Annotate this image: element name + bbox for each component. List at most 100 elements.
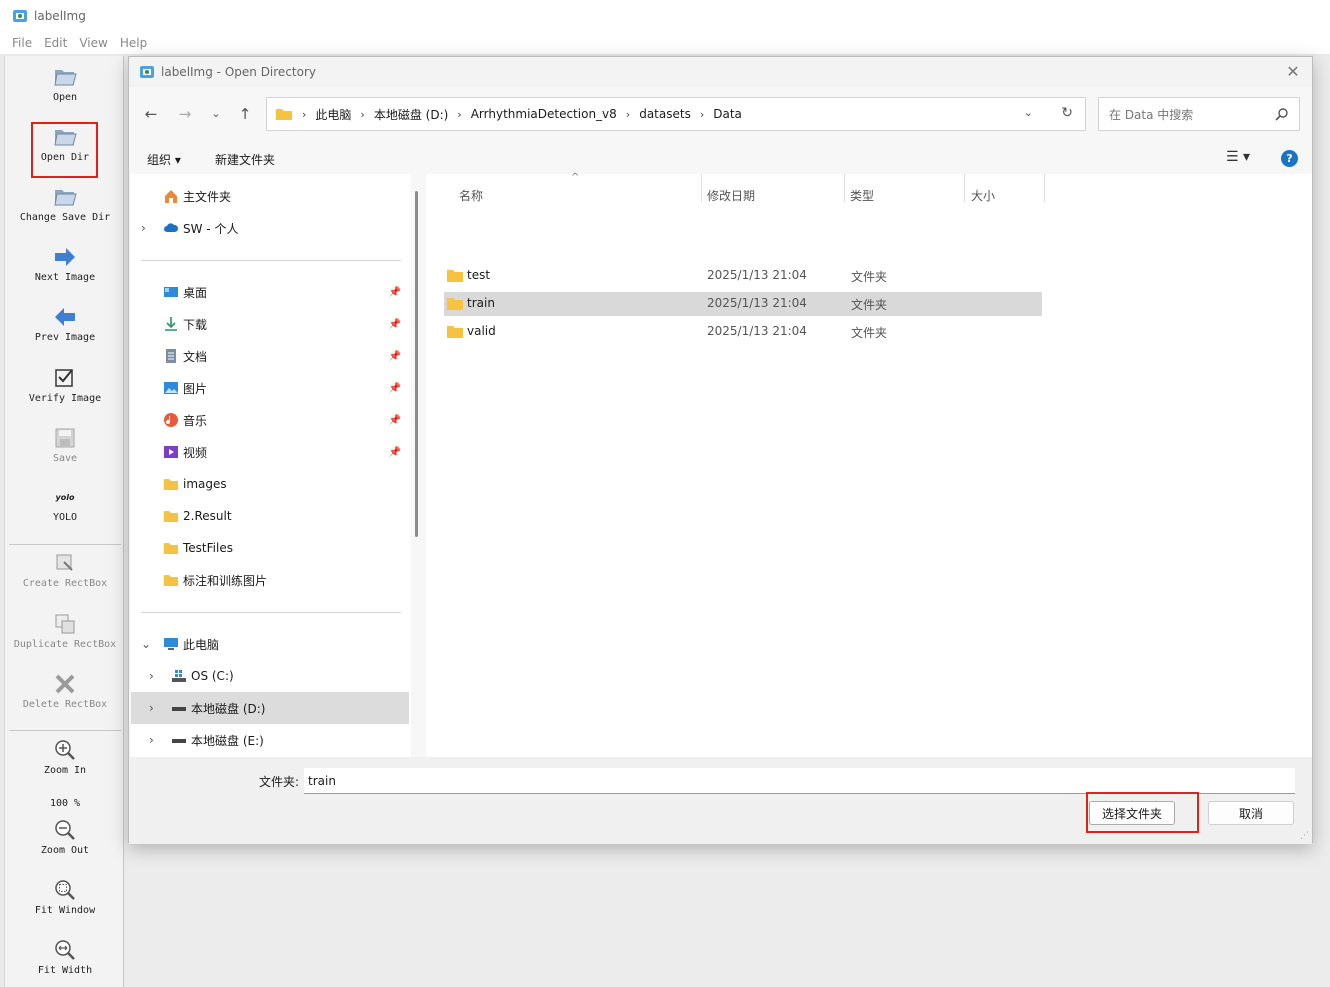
yolo-icon: yolo: [55, 492, 75, 502]
zoom-out-icon: [52, 817, 78, 843]
nav-item-this-pc[interactable]: ⌄ 此电脑: [131, 628, 409, 660]
nav-item-drive-d[interactable]: › 本地磁盘 (D:): [131, 692, 409, 724]
menubar: File Edit View Help: [0, 32, 1330, 54]
address-bar[interactable]: › 此电脑 › 本地磁盘 (D:) › ArrhythmiaDetection_…: [266, 97, 1086, 131]
help-icon[interactable]: ?: [1281, 150, 1298, 167]
navigation-pane: 主文件夹 › SW - 个人 桌面 📌 下载 📌 文档 📌 图片 📌 音乐 📌 …: [131, 174, 411, 757]
breadcrumb-datasets[interactable]: datasets: [639, 107, 691, 121]
column-type[interactable]: 类型: [850, 187, 874, 204]
save-button[interactable]: Save: [5, 425, 125, 464]
file-row-test[interactable]: test 2025/1/13 21:04 文件夹: [444, 264, 1042, 288]
format-yolo-button[interactable]: yolo YOLO: [5, 488, 125, 524]
duplicate-rectbox-button[interactable]: Duplicate RectBox: [5, 611, 125, 650]
open-directory-dialog: labelImg - Open Directory ✕ ← → ⌄ ↑ › 此电…: [128, 56, 1313, 844]
breadcrumb-separator: ›: [302, 107, 307, 121]
nav-item-pictures[interactable]: 图片 📌: [131, 372, 409, 404]
breadcrumb-this-pc[interactable]: 此电脑: [315, 106, 351, 123]
folder-icon: [447, 326, 463, 338]
cancel-button[interactable]: 取消: [1208, 801, 1294, 825]
breadcrumb-data[interactable]: Data: [713, 107, 742, 121]
pin-icon[interactable]: 📌: [389, 287, 401, 298]
nav-item-documents[interactable]: 文档 📌: [131, 340, 409, 372]
nav-item-drive-c[interactable]: › OS (C:): [131, 660, 409, 692]
column-size[interactable]: 大小: [971, 187, 995, 204]
folder-open-icon: [52, 184, 78, 210]
file-row-train[interactable]: train 2025/1/13 21:04 文件夹: [444, 292, 1042, 316]
verify-image-button[interactable]: Verify Image: [5, 365, 125, 404]
refresh-icon[interactable]: ↻: [1061, 105, 1073, 121]
nav-item-result[interactable]: 2.Result: [131, 500, 409, 532]
nav-item-downloads[interactable]: 下载 📌: [131, 308, 409, 340]
prev-image-button[interactable]: Prev Image: [5, 304, 125, 343]
folder-name-input[interactable]: [304, 768, 1295, 794]
menu-edit[interactable]: Edit: [38, 36, 73, 50]
navigation-row: ← → ⌄ ↑ › 此电脑 › 本地磁盘 (D:) › ArrhythmiaDe…: [129, 97, 1312, 131]
nav-item-label-train[interactable]: 标注和训练图片: [131, 564, 409, 596]
file-list-pane: ^ 名称 修改日期 类型 大小 test 2025/1/13 21:04 文件夹…: [426, 172, 1312, 757]
nav-item-images[interactable]: images: [131, 468, 409, 500]
chevron-right-icon[interactable]: ›: [141, 221, 146, 235]
pin-icon[interactable]: 📌: [389, 319, 401, 330]
nav-item-videos[interactable]: 视频 📌: [131, 436, 409, 468]
new-folder-button[interactable]: 新建文件夹: [215, 151, 275, 168]
column-divider[interactable]: [844, 174, 845, 202]
chevron-right-icon[interactable]: ›: [149, 669, 154, 683]
folder-icon: [164, 511, 178, 522]
fit-window-button[interactable]: Fit Window: [5, 877, 125, 916]
fit-width-button[interactable]: Fit Width: [5, 937, 125, 976]
app-titlebar: labelImg: [0, 0, 1330, 32]
forward-arrow-icon[interactable]: →: [175, 104, 195, 124]
nav-item-testfiles[interactable]: TestFiles: [131, 532, 409, 564]
next-image-button[interactable]: Next Image: [5, 244, 125, 283]
search-input[interactable]: 在 Data 中搜索: [1098, 97, 1300, 131]
folder-icon: [164, 479, 178, 490]
column-name[interactable]: 名称: [459, 187, 483, 204]
pin-icon[interactable]: 📌: [389, 383, 401, 394]
pin-icon[interactable]: 📌: [389, 447, 401, 458]
column-modified[interactable]: 修改日期: [707, 187, 755, 204]
breadcrumb-project[interactable]: ArrhythmiaDetection_v8: [471, 107, 617, 121]
chevron-right-icon[interactable]: ›: [149, 701, 154, 715]
nav-item-music[interactable]: 音乐 📌: [131, 404, 409, 436]
recent-chevron-down-icon[interactable]: ⌄: [206, 104, 226, 124]
nav-item-onedrive[interactable]: › SW - 个人: [131, 212, 409, 244]
chevron-right-icon[interactable]: ›: [149, 733, 154, 747]
up-arrow-icon[interactable]: ↑: [235, 104, 255, 124]
chevron-down-icon[interactable]: ⌄: [1024, 106, 1033, 119]
drive-icon: [172, 707, 186, 711]
delete-rectbox-button[interactable]: Delete RectBox: [5, 671, 125, 710]
view-options-icon[interactable]: ☰ ▾: [1226, 149, 1250, 165]
computer-icon: [164, 638, 178, 650]
zoom-in-button[interactable]: Zoom In: [5, 737, 125, 776]
breadcrumb-drive-d[interactable]: 本地磁盘 (D:): [374, 106, 448, 123]
nav-scrollbar[interactable]: [415, 191, 418, 537]
zoom-out-button[interactable]: Zoom Out: [5, 817, 125, 856]
change-save-dir-button[interactable]: Change Save Dir: [5, 184, 125, 223]
create-rect-icon: [52, 550, 78, 576]
resize-grip-icon[interactable]: ⋰: [1300, 831, 1309, 841]
dialog-titlebar: labelImg - Open Directory ✕: [129, 57, 1312, 87]
close-icon[interactable]: ✕: [1284, 63, 1302, 81]
zoom-level[interactable]: 100 %: [5, 796, 125, 809]
chevron-down-icon[interactable]: ⌄: [141, 637, 151, 651]
file-row-valid[interactable]: valid 2025/1/13 21:04 文件夹: [444, 320, 1042, 344]
column-divider[interactable]: [701, 174, 702, 202]
back-arrow-icon[interactable]: ←: [141, 104, 161, 124]
nav-item-desktop[interactable]: 桌面 📌: [131, 276, 409, 308]
menu-view[interactable]: View: [73, 36, 113, 50]
nav-divider: [141, 260, 401, 261]
nav-item-home[interactable]: 主文件夹: [131, 180, 409, 212]
nav-item-drive-e[interactable]: › 本地磁盘 (E:): [131, 724, 409, 756]
download-icon: [165, 317, 177, 331]
column-divider[interactable]: [964, 174, 965, 202]
arrow-left-icon: [52, 304, 78, 330]
column-divider[interactable]: [1044, 174, 1045, 202]
menu-file[interactable]: File: [6, 36, 38, 50]
menu-help[interactable]: Help: [114, 36, 153, 50]
organize-button[interactable]: 组织 ▾: [147, 151, 181, 168]
pin-icon[interactable]: 📌: [389, 415, 401, 426]
open-button[interactable]: Open: [5, 64, 125, 103]
search-icon[interactable]: [1275, 107, 1289, 121]
create-rectbox-button[interactable]: Create RectBox: [5, 550, 125, 589]
pin-icon[interactable]: 📌: [389, 351, 401, 362]
